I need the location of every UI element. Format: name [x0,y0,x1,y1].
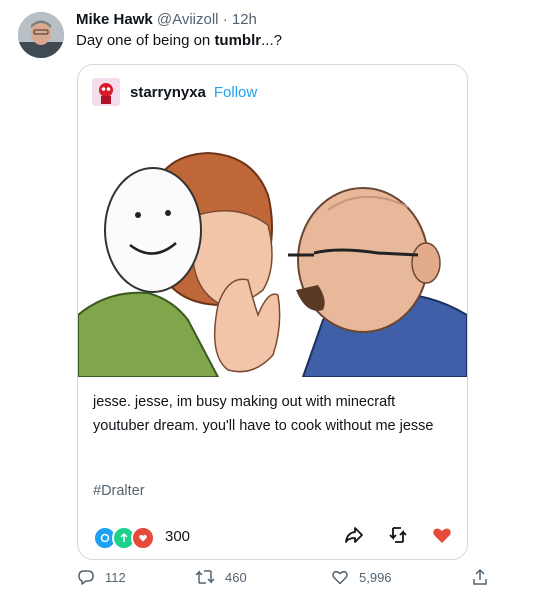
avatar[interactable] [18,12,64,58]
header-separator: · [222,11,228,28]
reply-count: 112 [105,569,126,585]
author-name[interactable]: Mike Hawk [76,11,153,28]
retweet-button[interactable]: 460 [195,568,247,586]
tumblr-post-actions [343,524,453,546]
like-heart-icon[interactable] [431,524,453,546]
post-caption: jesse. jesse, im busy making out with mi… [93,394,434,434]
like-button[interactable]: 5,996 [331,568,392,586]
post-illustration [78,115,467,377]
reply-button[interactable]: 112 [77,568,126,586]
follow-button[interactable]: Follow [214,84,257,101]
tweet-text-bold: tumblr [214,32,262,49]
reply-icon [78,570,94,585]
tweet-time[interactable]: 12h [232,11,257,28]
tweet[interactable]: Mike Hawk @Aviizoll · 12h Day one of bei… [0,0,540,597]
tumblr-post-footer: 300 [93,522,453,552]
reblog-icon[interactable] [387,524,409,546]
tweet-actions: 112 460 5,996 [77,568,489,592]
tweet-header: Mike Hawk @Aviizoll · 12h [76,11,257,28]
like-count: 5,996 [359,569,392,585]
heart-outline-icon [332,570,348,585]
share-button[interactable] [471,568,499,586]
author-handle[interactable]: @Aviizoll [157,11,219,28]
like-note-icon [131,526,155,550]
retweet-icon [195,570,215,584]
tweet-text-post: ...? [261,32,282,49]
note-bubbles[interactable] [93,526,155,550]
notes-count[interactable]: 300 [165,528,190,545]
tweet-text: Day one of being on tumblr...? [76,32,282,49]
share-icon [473,568,487,585]
post-tag[interactable]: #Dralter [93,483,145,499]
tumblr-post-card[interactable]: starrynyxa Follow jesse. jesse, im busy … [77,64,468,560]
share-arrow-icon[interactable] [343,524,365,546]
tumblr-username[interactable]: starrynyxa [130,84,206,101]
tweet-text-pre: Day one of being on [76,32,215,49]
tumblr-avatar[interactable] [92,78,120,106]
retweet-count: 460 [225,569,247,585]
tumblr-post-header: starrynyxa Follow [92,77,257,107]
